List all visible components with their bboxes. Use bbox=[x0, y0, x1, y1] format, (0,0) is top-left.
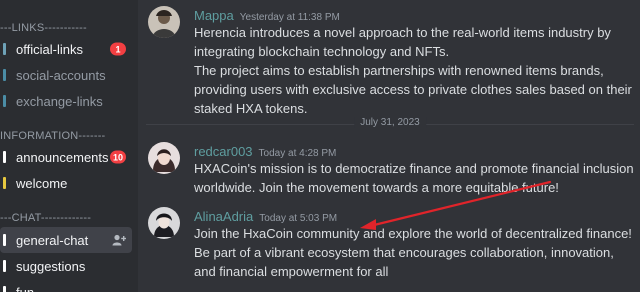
author-name[interactable]: Mappa bbox=[194, 8, 234, 23]
message-alinaadria: AlinaAdria Today at 5:03 PM Join the HxaC… bbox=[148, 205, 638, 285]
message-mappa: Mappa Yesterday at 11:38 PM Herencia intr… bbox=[148, 4, 638, 116]
avatar[interactable] bbox=[148, 207, 180, 239]
channel-general-chat[interactable]: general-chat bbox=[0, 227, 132, 253]
text-channel-icon bbox=[3, 286, 6, 292]
channel-label: suggestions bbox=[16, 258, 86, 274]
text-channel-icon bbox=[3, 43, 6, 55]
channel-welcome[interactable]: welcome bbox=[0, 170, 132, 196]
author-name[interactable]: redcar003 bbox=[194, 144, 253, 159]
channel-label: welcome bbox=[16, 175, 68, 191]
timestamp[interactable]: Yesterday at 11:38 PM bbox=[240, 12, 340, 23]
timestamp[interactable]: Today at 5:03 PM bbox=[259, 213, 337, 224]
text-channel-icon bbox=[3, 151, 6, 163]
channel-suggestions[interactable]: suggestions bbox=[0, 253, 132, 279]
message-redcar003: redcar003 Today at 4:28 PM HXACoin's miss… bbox=[148, 140, 638, 196]
timestamp[interactable]: Today at 4:28 PM bbox=[259, 148, 337, 159]
message-content: Join the HxaCoin community and explore t… bbox=[194, 224, 634, 281]
mention-badge: 1 bbox=[110, 42, 126, 56]
message-line: Herencia introduces a novel approach to … bbox=[194, 25, 611, 59]
text-channel-icon bbox=[3, 177, 6, 189]
message-line: Join the HxaCoin community and explore t… bbox=[194, 226, 632, 279]
channel-label: official-links bbox=[16, 41, 83, 57]
channel-fun[interactable]: fun bbox=[0, 279, 132, 292]
channel-exchange-links[interactable]: exchange-links bbox=[0, 88, 132, 114]
category-information[interactable]: INFORMATION------- bbox=[0, 130, 105, 142]
add-user-icon[interactable] bbox=[112, 234, 126, 246]
text-channel-icon bbox=[3, 69, 6, 81]
channel-label: social-accounts bbox=[16, 67, 106, 83]
channel-social-accounts[interactable]: social-accounts bbox=[0, 62, 132, 88]
message-content: Herencia introduces a novel approach to … bbox=[194, 23, 634, 118]
text-channel-icon bbox=[3, 95, 6, 107]
channel-label: fun bbox=[16, 284, 35, 292]
avatar[interactable] bbox=[148, 6, 180, 38]
channel-label: exchange-links bbox=[16, 93, 103, 109]
date-divider-label: July 31, 2023 bbox=[354, 117, 426, 128]
message-content: HXACoin's mission is to democratize fina… bbox=[194, 159, 634, 197]
category-links[interactable]: ---LINKS----------- bbox=[0, 22, 87, 34]
category-chat[interactable]: ---CHAT------------- bbox=[0, 212, 91, 224]
message-line: The project aims to establish partnershi… bbox=[194, 63, 632, 116]
channel-label: announcements bbox=[16, 149, 109, 165]
mention-badge: 10 bbox=[109, 150, 126, 164]
channel-official-links[interactable]: official-links 1 bbox=[0, 36, 132, 62]
text-channel-icon bbox=[3, 234, 6, 246]
channel-announcements[interactable]: announcements 10 bbox=[0, 144, 132, 170]
channel-sidebar: ---LINKS----------- official-links 1 soc… bbox=[0, 0, 138, 292]
message-line: HXACoin's mission is to democratize fina… bbox=[194, 161, 634, 195]
channel-label: general-chat bbox=[16, 232, 89, 248]
date-divider: July 31, 2023 bbox=[146, 117, 634, 128]
avatar[interactable] bbox=[148, 142, 180, 174]
text-channel-icon bbox=[3, 260, 6, 272]
author-name[interactable]: AlinaAdria bbox=[194, 209, 253, 224]
